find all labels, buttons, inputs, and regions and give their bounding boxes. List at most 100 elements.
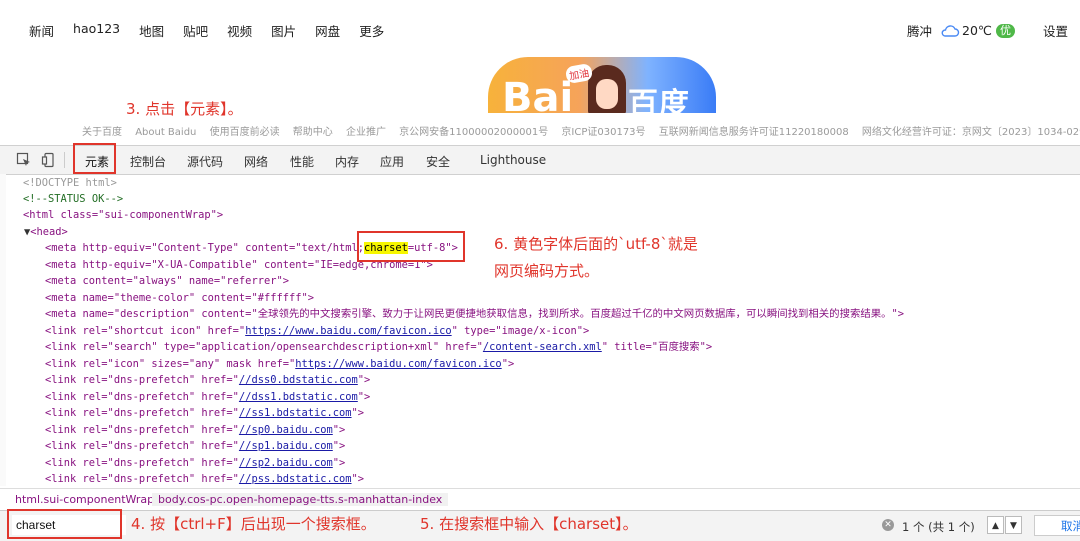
city-label[interactable]: 腾冲 xyxy=(907,21,932,40)
tab-console[interactable]: 控制台 xyxy=(130,153,166,170)
link-post: " title="百度搜索"> xyxy=(601,341,713,353)
annotation-step6-line2: 网页编码方式。 xyxy=(494,262,600,280)
footer-link[interactable]: 关于百度 xyxy=(82,127,122,138)
match-count: 1 个 (共 1 个) xyxy=(902,520,975,534)
mascot-face xyxy=(596,79,618,109)
dns-pre: <link rel="dns-prefetch" href=" xyxy=(45,457,239,469)
code-line-dns-prefetch[interactable]: <link rel="dns-prefetch" href="//pss.bds… xyxy=(45,471,364,486)
tab-network[interactable]: 网络 xyxy=(244,153,268,170)
code-line-meta[interactable]: <meta content="always" name="referrer"> xyxy=(45,273,289,290)
dns-post: "> xyxy=(357,374,371,386)
annotation-step4: 4. 按【ctrl+F】后出现一个搜索框。 xyxy=(131,515,376,533)
annotation-step6-line1: 6. 黄色字体后面的`utf-8`就是 xyxy=(494,235,698,253)
nav-link-news[interactable]: 新闻 xyxy=(29,21,54,40)
dns-pre: <link rel="dns-prefetch" href=" xyxy=(45,473,239,485)
code-url-link[interactable]: //dss1.bdstatic.com xyxy=(239,391,358,403)
code-line-link[interactable]: <link rel="search" type="application/ope… xyxy=(45,339,712,356)
dns-pre: <link rel="dns-prefetch" href=" xyxy=(45,424,239,436)
annotation-step5: 5. 在搜索框中输入【charset】。 xyxy=(420,515,638,533)
dns-post: "> xyxy=(332,457,346,469)
annotation-step3: 3. 点击【元素】。 xyxy=(126,100,243,118)
weather-and-settings: 腾冲 20℃ 优 设置 xyxy=(907,21,1068,40)
top-nav: 新闻 hao123 地图 贴吧 视频 图片 网盘 更多 腾冲 20℃ 优 设置 xyxy=(0,0,1080,60)
code-line-head[interactable]: ▼<head> xyxy=(24,224,68,241)
nav-link-hao123[interactable]: hao123 xyxy=(73,21,120,40)
air-quality-badge: 优 xyxy=(995,23,1015,38)
link-pre: <link rel="search" type="application/ope… xyxy=(45,341,483,353)
code-url-link[interactable]: //ss1.bdstatic.com xyxy=(239,407,352,419)
tab-performance[interactable]: 性能 xyxy=(290,153,314,170)
dns-post: "> xyxy=(357,391,371,403)
code-url-link[interactable]: //sp0.baidu.com xyxy=(239,424,333,436)
code-url-link[interactable]: /content-search.xml xyxy=(483,341,602,353)
dns-pre: <link rel="dns-prefetch" href=" xyxy=(45,407,239,419)
highlight-box-search-input xyxy=(7,509,122,539)
code-line-dns-prefetch[interactable]: <link rel="dns-prefetch" href="//dss0.bd… xyxy=(45,372,370,389)
code-line-dns-prefetch[interactable]: <link rel="dns-prefetch" href="//ss1.bds… xyxy=(45,405,364,422)
link-pre: <link rel="shortcut icon" href=" xyxy=(45,325,246,337)
nav-link-tieba[interactable]: 贴吧 xyxy=(183,21,208,40)
device-toolbar-icon[interactable] xyxy=(41,152,57,168)
code-url-link[interactable]: //dss0.bdstatic.com xyxy=(239,374,358,386)
temperature: 20℃ xyxy=(962,23,992,38)
footer-link[interactable]: 企业推广 xyxy=(346,127,386,138)
footer-links: 关于百度 About Baidu 使用百度前必读 帮助中心 企业推广 京公网安备… xyxy=(82,123,1080,138)
code-line-html[interactable]: <html class="sui-componentWrap"> xyxy=(23,207,223,224)
code-line-dns-prefetch[interactable]: <link rel="dns-prefetch" href="//sp1.bai… xyxy=(45,438,345,455)
dns-post: "> xyxy=(351,473,365,485)
dns-pre: <link rel="dns-prefetch" href=" xyxy=(45,374,239,386)
tab-sources[interactable]: 源代码 xyxy=(187,153,223,170)
link-post: " type="image/x-icon"> xyxy=(451,325,590,337)
clear-search-icon[interactable]: ✕ xyxy=(882,519,894,531)
devtools-tab-bar: 元素 控制台 源代码 网络 性能 内存 应用 安全 Lighthouse xyxy=(0,145,1080,175)
nav-link-video[interactable]: 视频 xyxy=(227,21,252,40)
breadcrumb-item-body[interactable]: body.cos-pc.open-homepage-tts.s-manhatta… xyxy=(152,493,449,506)
code-url-link[interactable]: //sp2.baidu.com xyxy=(239,457,333,469)
code-line-meta[interactable]: <meta name="theme-color" content="#fffff… xyxy=(45,290,314,307)
nav-link-netdisk[interactable]: 网盘 xyxy=(315,21,340,40)
footer-link[interactable]: 网络文化经营许可证：京网文〔2023〕1034-029号 xyxy=(862,127,1080,138)
code-line-link[interactable]: <link rel="icon" sizes="any" mask href="… xyxy=(45,356,514,373)
logo-text-latin: Bai xyxy=(502,75,574,113)
previous-match-button[interactable]: ▲ xyxy=(987,516,1004,534)
cloud-icon xyxy=(941,24,960,37)
tab-application[interactable]: 应用 xyxy=(380,153,404,170)
chevron-up-icon: ▲ xyxy=(992,521,999,531)
footer-link[interactable]: About Baidu xyxy=(135,127,196,138)
tab-divider xyxy=(64,152,65,168)
footer-link[interactable]: 京公网安备11000002000001号 xyxy=(399,127,548,138)
highlight-box-charset xyxy=(357,231,465,262)
code-url-link[interactable]: //pss.bdstatic.com xyxy=(239,473,352,485)
code-line-doctype[interactable]: <!DOCTYPE html> xyxy=(23,175,117,192)
footer-link[interactable]: 互联网新闻信息服务许可证11220180008 xyxy=(659,127,849,138)
dns-post: "> xyxy=(332,424,346,436)
dns-pre: <link rel="dns-prefetch" href=" xyxy=(45,391,239,403)
code-line-dns-prefetch[interactable]: <link rel="dns-prefetch" href="//sp0.bai… xyxy=(45,422,345,439)
inspect-element-icon[interactable] xyxy=(16,152,32,168)
logo-text-chinese: 百度 xyxy=(628,87,690,113)
nav-link-images[interactable]: 图片 xyxy=(271,21,296,40)
footer-link[interactable]: 帮助中心 xyxy=(293,127,333,138)
tab-security[interactable]: 安全 xyxy=(426,153,450,170)
nav-link-more[interactable]: 更多 xyxy=(359,21,384,40)
next-match-button[interactable]: ▼ xyxy=(1005,516,1022,534)
code-url-link[interactable]: //sp1.baidu.com xyxy=(239,440,333,452)
tab-lighthouse[interactable]: Lighthouse xyxy=(480,153,546,167)
elements-tree: <!DOCTYPE html> <!--STATUS OK--> <html c… xyxy=(0,174,1080,486)
nav-link-map[interactable]: 地图 xyxy=(139,21,164,40)
footer-link[interactable]: 使用百度前必读 xyxy=(210,127,280,138)
breadcrumb-item-html[interactable]: html.sui-componentWrap xyxy=(15,493,154,506)
code-line-comment[interactable]: <!--STATUS OK--> xyxy=(23,191,123,208)
settings-link[interactable]: 设置 xyxy=(1043,21,1068,40)
code-line-dns-prefetch[interactable]: <link rel="dns-prefetch" href="//dss1.bd… xyxy=(45,389,370,406)
dns-post: "> xyxy=(332,440,346,452)
code-line-meta[interactable]: <meta name="description" content="全球领先的中… xyxy=(45,306,904,323)
tab-memory[interactable]: 内存 xyxy=(335,153,359,170)
footer-link[interactable]: 京ICP证030173号 xyxy=(561,127,645,138)
code-line-link[interactable]: <link rel="shortcut icon" href="https://… xyxy=(45,323,589,340)
code-line-dns-prefetch[interactable]: <link rel="dns-prefetch" href="//sp2.bai… xyxy=(45,455,345,472)
chevron-down-icon: ▼ xyxy=(1010,521,1017,531)
cancel-search-button[interactable]: 取消 xyxy=(1034,515,1080,536)
code-url-link[interactable]: https://www.baidu.com/favicon.ico xyxy=(295,358,501,370)
code-url-link[interactable]: https://www.baidu.com/favicon.ico xyxy=(245,325,451,337)
